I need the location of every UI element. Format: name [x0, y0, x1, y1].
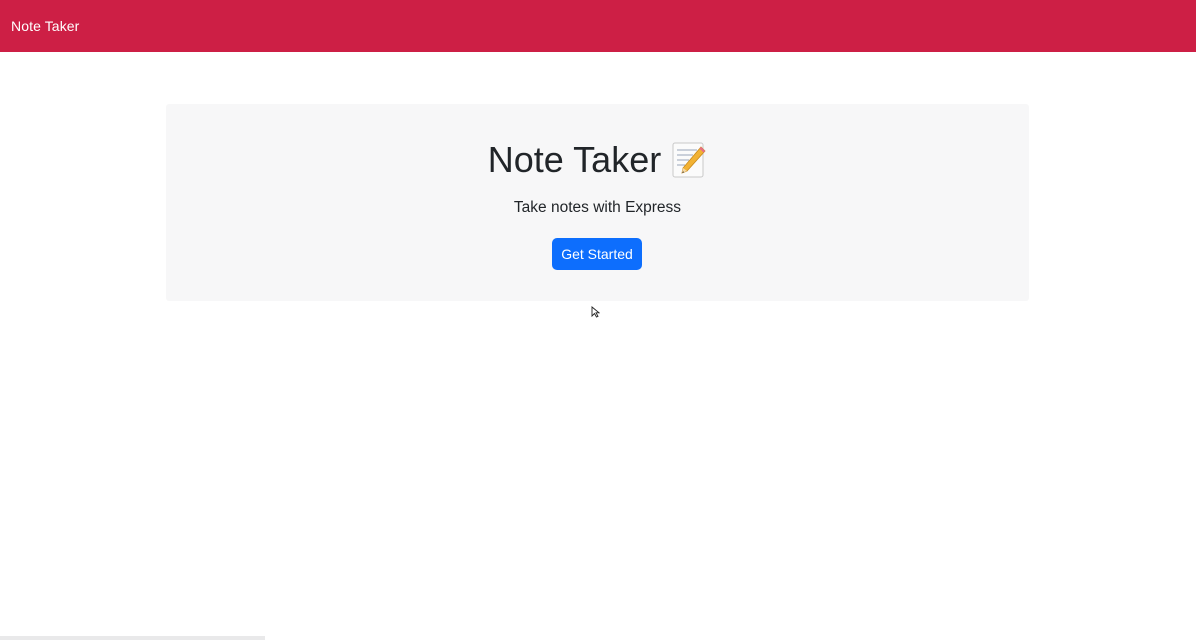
- navbar: Note Taker: [0, 0, 1196, 52]
- hero-title-row: Note Taker: [166, 138, 1029, 182]
- get-started-button[interactable]: Get Started: [552, 238, 642, 270]
- navbar-brand-link[interactable]: Note Taker: [11, 18, 79, 34]
- hero-subtitle: Take notes with Express: [513, 199, 682, 216]
- hero-jumbotron: Note Taker Take notes with Express Get S…: [166, 104, 1029, 301]
- bottom-scroll-indicator: [0, 636, 265, 640]
- page-title: Note Taker: [487, 139, 662, 180]
- mouse-cursor-icon: [591, 305, 601, 318]
- memo-pencil-icon: [671, 141, 707, 179]
